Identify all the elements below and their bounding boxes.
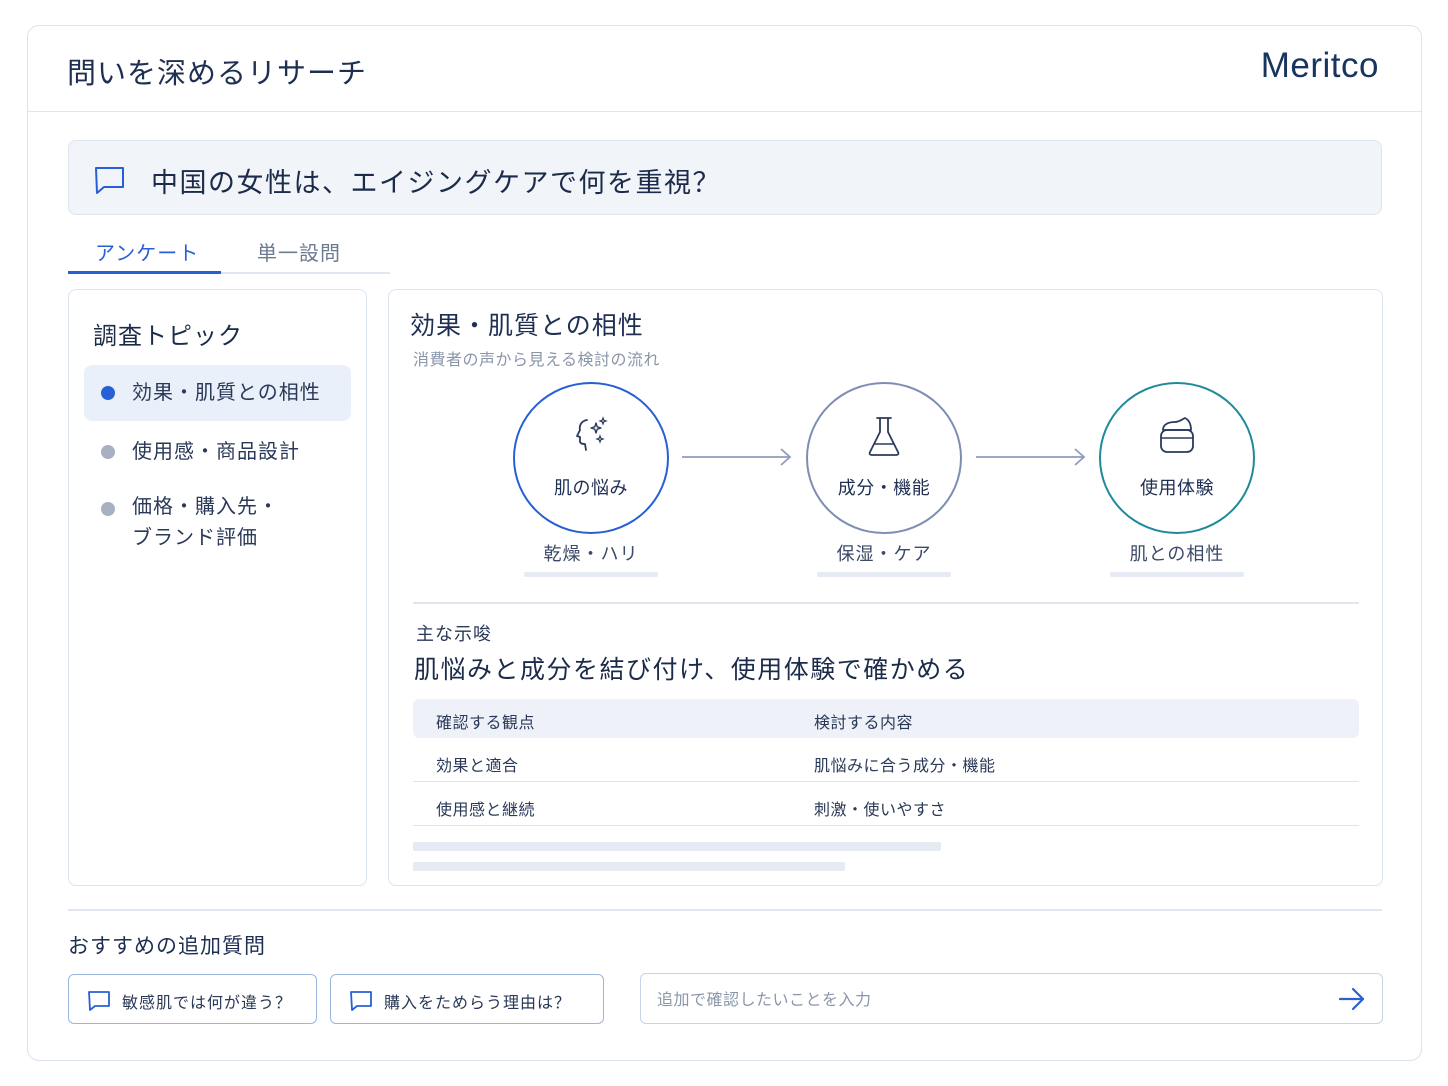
flask-icon xyxy=(868,417,900,456)
suggestion-chip-label: 購入をためらう理由は？ xyxy=(384,993,572,1012)
sidebar-item-label: 使用感・商品設計 xyxy=(132,439,300,463)
face-sparkle-icon xyxy=(576,416,608,451)
active-tab-indicator xyxy=(68,271,221,274)
dot-icon xyxy=(101,445,115,459)
header: 問いを深めるリサーチ Meritco xyxy=(28,26,1421,112)
topic-subtitle: 消費者の声から見える検討の流れ xyxy=(413,350,661,369)
sidebar-item-efficacy[interactable]: 効果・肌質との相性 xyxy=(84,365,351,421)
flow-arrow-icon xyxy=(976,448,1086,466)
flow-step-skin-concern: 肌の悩み xyxy=(513,382,669,534)
follow-up-input-box xyxy=(640,973,1383,1024)
sidebar-item-usability[interactable]: 使用感・商品設計 xyxy=(84,424,351,480)
flow-step-label: 肌の悩み xyxy=(554,478,628,499)
table-row: 使用感と継続 刺激・使いやすさ xyxy=(413,782,1359,826)
table-cell: 使用感と継続 xyxy=(436,800,536,819)
table-cell: 肌悩みに合う成分・機能 xyxy=(814,756,996,775)
table-row: 効果と適合 肌悩みに合う成分・機能 xyxy=(413,738,1359,782)
suggestion-chip-sensitive-skin[interactable]: 敏感肌では何が違う？ xyxy=(68,974,317,1024)
flow-underline xyxy=(524,572,658,577)
table-header-cell: 確認する観点 xyxy=(436,713,536,732)
tab-bar: アンケート 単一設問 xyxy=(68,226,390,274)
topic-detail-panel: 効果・肌質との相性 消費者の声から見える検討の流れ 肌の悩み 乾燥・ハリ 成分・… xyxy=(388,289,1383,886)
research-question: 中国の女性は、エイジングケアで何を重視？ xyxy=(151,168,721,199)
insight-label: 主な示唆 xyxy=(416,624,492,645)
chat-bubble-icon xyxy=(95,167,124,194)
dot-icon xyxy=(101,502,115,516)
flow-underline xyxy=(1110,572,1244,577)
sidebar-item-label-line2: ブランド評価 xyxy=(132,525,258,549)
app-window: 問いを深めるリサーチ Meritco 中国の女性は、エイジングケアで何を重視？ … xyxy=(27,25,1422,1061)
active-dot-icon xyxy=(101,386,115,400)
suggestion-chip-purchase-hesitation[interactable]: 購入をためらう理由は？ xyxy=(330,974,604,1024)
topic-title: 効果・肌質との相性 xyxy=(410,311,644,340)
suggestion-chip-label: 敏感肌では何が違う？ xyxy=(122,993,293,1012)
sidebar-title: 調査トピック xyxy=(93,322,243,350)
table-cell: 効果と適合 xyxy=(436,756,519,775)
flow-arrow-icon xyxy=(682,448,792,466)
flow-step-label: 成分・機能 xyxy=(837,478,931,499)
sidebar-item-label: 価格・購入先・ xyxy=(132,494,279,518)
question-bar: 中国の女性は、エイジングケアで何を重視？ xyxy=(68,140,1382,215)
topic-sidebar: 調査トピック 効果・肌質との相性 使用感・商品設計 価格・購入先・ ブランド評価 xyxy=(68,289,367,886)
loading-placeholder xyxy=(413,862,845,871)
brand-logo: Meritco xyxy=(1260,46,1379,85)
app-title: 問いを深めるリサーチ xyxy=(67,56,368,90)
perspective-table: 確認する観点 検討する内容 効果と適合 肌悩みに合う成分・機能 使用感と継続 刺… xyxy=(413,699,1359,826)
chat-bubble-icon xyxy=(88,991,110,1011)
follow-up-input[interactable] xyxy=(657,986,1317,1012)
flow-step-detail: 乾燥・ハリ xyxy=(543,544,639,565)
section-divider xyxy=(68,909,1382,911)
chat-bubble-icon xyxy=(350,991,372,1011)
flow-step-experience: 使用体験 xyxy=(1099,382,1255,534)
suggestions-title: おすすめの追加質問 xyxy=(68,934,266,958)
flow-step-detail: 保湿・ケア xyxy=(836,544,932,565)
flow-step-ingredients: 成分・機能 xyxy=(806,382,962,534)
sidebar-item-price[interactable]: 価格・購入先・ ブランド評価 xyxy=(84,483,351,563)
sidebar-item-label: 効果・肌質との相性 xyxy=(132,380,321,404)
table-header-cell: 検討する内容 xyxy=(814,713,914,732)
arrow-right-icon[interactable] xyxy=(1338,986,1366,1012)
flow-underline xyxy=(817,572,951,577)
table-cell: 刺激・使いやすさ xyxy=(814,800,947,819)
loading-placeholder xyxy=(413,842,941,851)
insight-text: 肌悩みと成分を結び付け、使用体験で確かめる xyxy=(414,655,970,684)
tab-single-question[interactable]: 単一設問 xyxy=(257,237,341,266)
section-divider xyxy=(413,602,1359,604)
tab-survey[interactable]: アンケート xyxy=(95,237,199,266)
flow-step-label: 使用体験 xyxy=(1140,478,1214,499)
flow-step-detail: 肌との相性 xyxy=(1129,544,1225,565)
table-header: 確認する観点 検討する内容 xyxy=(413,699,1359,738)
cream-jar-icon xyxy=(1160,417,1194,453)
